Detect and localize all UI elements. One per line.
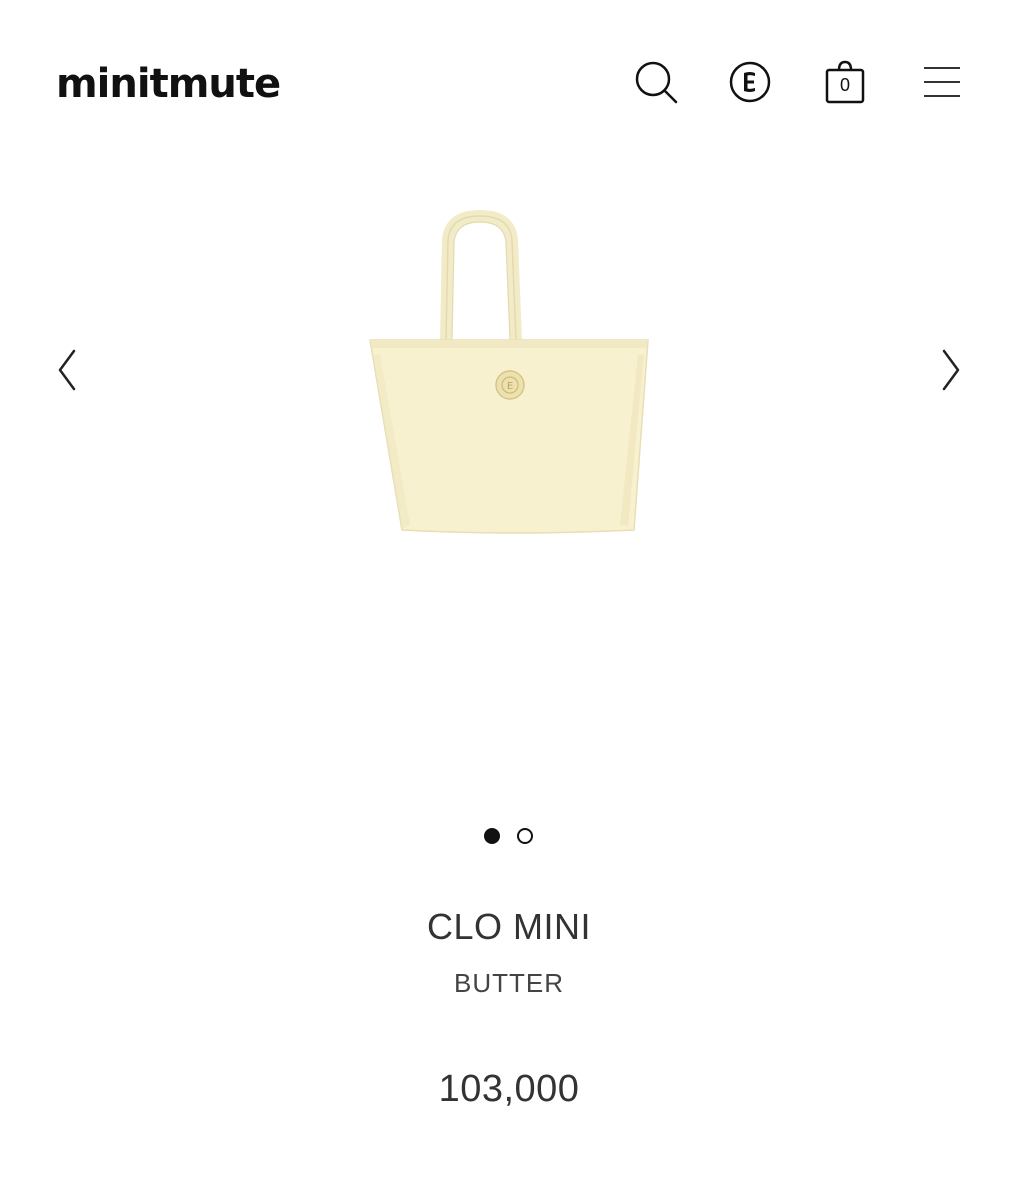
product-name: CLO MINI	[426, 906, 591, 947]
chevron-right-icon	[942, 349, 960, 391]
pagination-dot-active[interactable]	[484, 828, 500, 844]
search-button[interactable]	[632, 58, 680, 106]
menu-button[interactable]	[918, 58, 966, 106]
chevron-left-icon	[58, 349, 76, 391]
site-header: minitmute 0	[0, 0, 1018, 160]
cart-count-badge: 0	[839, 75, 850, 95]
product-gallery: E	[0, 160, 1018, 800]
svg-text:E: E	[507, 381, 513, 392]
gallery-next-button[interactable]	[930, 345, 970, 395]
gallery-prev-button[interactable]	[48, 345, 88, 395]
brand-e-button[interactable]	[726, 58, 774, 106]
e-logo-icon	[729, 61, 771, 103]
cart-button[interactable]: 0	[821, 58, 869, 106]
brand-logo[interactable]: minitmute	[56, 56, 281, 112]
gallery-pagination	[0, 826, 1018, 846]
product-price: 103,000	[438, 1068, 580, 1110]
product-color: BUTTER	[454, 968, 564, 998]
pagination-dot[interactable]	[517, 828, 533, 844]
search-icon	[635, 61, 678, 104]
product-image[interactable]: E	[350, 180, 670, 540]
hamburger-menu-icon	[924, 67, 960, 97]
